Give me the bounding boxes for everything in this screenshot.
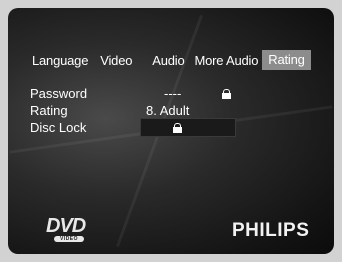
disc-lock-label: Disc Lock xyxy=(30,120,87,135)
password-label: Password xyxy=(30,86,88,101)
tab-video[interactable]: Video xyxy=(96,53,136,68)
tab-more-audio[interactable]: More Audio xyxy=(191,53,263,68)
setup-menu-tabs: Language Video Audio More Audio Rating xyxy=(28,50,311,70)
lock-icon xyxy=(222,89,231,99)
tab-audio[interactable]: Audio xyxy=(148,53,188,68)
philips-logo: PHILIPS xyxy=(232,220,310,241)
rating-label: Rating xyxy=(30,103,68,118)
lock-icon xyxy=(173,123,182,133)
password-value[interactable]: ---- xyxy=(164,85,181,102)
rating-value[interactable]: 8. Adult xyxy=(146,102,189,119)
dvd-video-logo: DVD VIDEO xyxy=(46,215,86,242)
tv-bezel: Language Video Audio More Audio Rating P… xyxy=(0,0,342,262)
tab-language[interactable]: Language xyxy=(28,53,92,68)
disc-lock-field[interactable] xyxy=(140,118,236,137)
tab-rating[interactable]: Rating xyxy=(262,50,311,70)
osd-screen: Language Video Audio More Audio Rating P… xyxy=(8,8,334,254)
